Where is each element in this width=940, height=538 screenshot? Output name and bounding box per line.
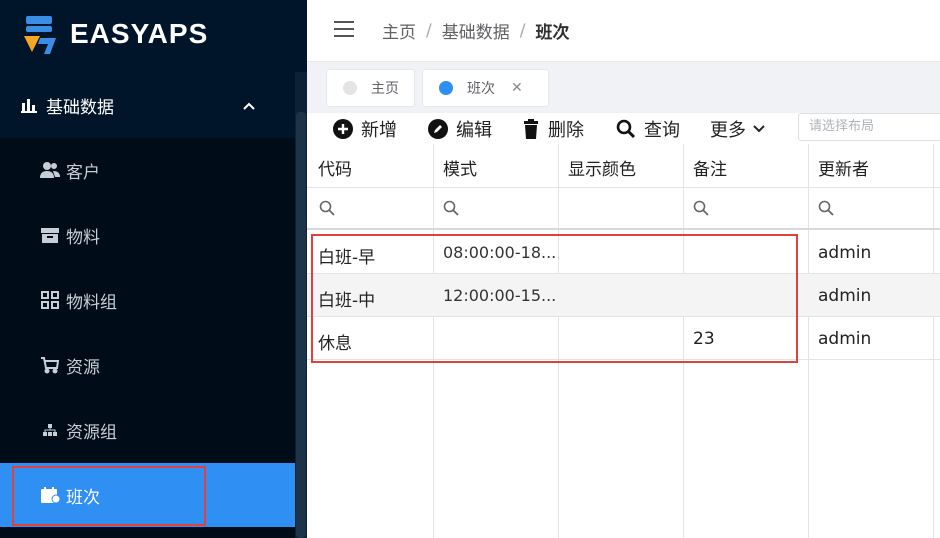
breadcrumb: 主页 / 基础数据 / 班次	[382, 18, 570, 44]
sidebar-item-resource[interactable]: 资源	[0, 333, 295, 397]
bar-chart-icon	[20, 96, 38, 114]
sidebar-item-material[interactable]: 物料	[0, 203, 295, 267]
sidebar-item-label: 物料组	[66, 292, 117, 313]
cell-updater: admin	[818, 286, 872, 306]
edit-button-label: 编辑	[456, 120, 492, 141]
sidebar-group-label: 基础数据	[46, 97, 114, 118]
hamburger-menu-icon[interactable]	[334, 21, 354, 42]
layout-select[interactable]: 请选择布局	[798, 113, 940, 141]
sidebar-group-basic-data[interactable]: 基础数据	[0, 72, 295, 138]
chevron-up-icon	[243, 96, 255, 115]
cart-icon	[40, 355, 60, 375]
edit-button[interactable]: 编辑	[428, 116, 492, 142]
delete-button-label: 删除	[548, 120, 584, 141]
highlight-box-rows	[311, 234, 798, 363]
plus-circle-icon	[333, 119, 353, 139]
tab-label: 班次	[467, 81, 495, 97]
sidebar-item-label: 资源组	[66, 422, 117, 443]
grid-icon	[40, 290, 60, 310]
delete-button[interactable]: 删除	[522, 116, 584, 142]
trash-icon	[524, 119, 538, 139]
sidebar-item-label: 物料	[66, 227, 100, 248]
chevron-down-icon	[753, 125, 765, 133]
add-button-label: 新增	[361, 120, 397, 141]
top-header: 主页 / 基础数据 / 班次	[307, 0, 940, 62]
filter-search-icon[interactable]	[693, 200, 709, 216]
tab-dot-icon	[439, 81, 453, 95]
breadcrumb-current: 班次	[535, 23, 570, 43]
toolbar: 新增 编辑 删除 查询 更多 请选择布局	[307, 113, 940, 144]
hierarchy-icon	[40, 420, 60, 440]
sidebar-item-resource-group[interactable]: 资源组	[0, 398, 295, 462]
logo-mark-icon	[20, 12, 64, 56]
column-header-note[interactable]: 备注	[693, 155, 727, 180]
header-row: 代码 模式 显示颜色 备注 更新者	[307, 144, 940, 187]
app-logo: EASYAPS	[20, 12, 208, 56]
filter-row	[307, 187, 940, 230]
edit-icon	[428, 119, 448, 139]
add-button[interactable]: 新增	[333, 116, 397, 142]
tab-bar: 主页 班次 ✕	[307, 63, 940, 113]
column-header-color[interactable]: 显示颜色	[568, 155, 636, 180]
column-header-code[interactable]: 代码	[318, 155, 352, 180]
filter-search-icon[interactable]	[818, 200, 834, 216]
search-icon	[616, 119, 636, 139]
breadcrumb-separator: /	[519, 20, 526, 41]
sidebar-item-label: 资源	[66, 357, 100, 378]
box-icon	[40, 225, 60, 245]
column-header-mode[interactable]: 模式	[443, 155, 477, 180]
cell-updater: admin	[818, 243, 872, 263]
filter-search-icon[interactable]	[443, 200, 459, 216]
tab-shift[interactable]: 班次 ✕	[422, 69, 549, 107]
sidebar-item-material-group[interactable]: 物料组	[0, 268, 295, 332]
query-button[interactable]: 查询	[616, 116, 680, 142]
tab-dot-icon	[343, 81, 357, 95]
tab-home[interactable]: 主页	[326, 69, 415, 107]
breadcrumb-home[interactable]: 主页	[382, 18, 416, 43]
logo-text: EASYAPS	[70, 18, 209, 49]
close-icon[interactable]: ✕	[511, 80, 523, 96]
highlight-box-sidebar	[12, 466, 206, 526]
column-header-updater[interactable]: 更新者	[818, 155, 869, 180]
more-dropdown[interactable]: 更多	[710, 116, 774, 142]
users-icon	[40, 160, 60, 180]
breadcrumb-basic-data[interactable]: 基础数据	[442, 18, 510, 43]
sidebar-item-customer[interactable]: 客户	[0, 138, 295, 202]
breadcrumb-separator: /	[426, 20, 432, 41]
tab-label: 主页	[371, 81, 399, 97]
cell-updater: admin	[818, 329, 872, 349]
more-dropdown-label: 更多	[710, 120, 746, 141]
query-button-label: 查询	[644, 120, 680, 141]
sidebar-scrollbar-thumb[interactable]	[296, 112, 306, 538]
sidebar-item-label: 客户	[66, 162, 100, 183]
filter-search-icon[interactable]	[319, 200, 335, 216]
